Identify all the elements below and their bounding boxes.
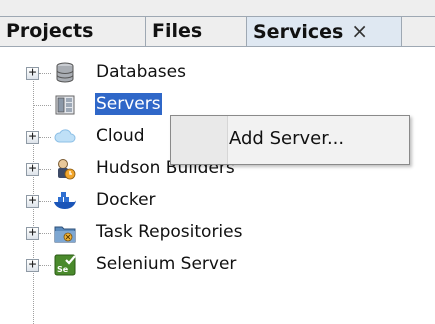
tree-node-label: Task Repositories: [96, 222, 243, 242]
tree-connector: [39, 137, 51, 138]
expand-icon[interactable]: +: [26, 258, 39, 272]
docker-icon: [54, 192, 76, 209]
selenium-icon: Se: [54, 254, 76, 276]
context-menu: Add Server...: [170, 115, 410, 165]
cloud-icon: [54, 129, 76, 143]
tree-node-label: Docker: [96, 190, 156, 210]
tab-services-label: Services: [253, 21, 344, 43]
tab-bar-filler: [401, 16, 435, 47]
hudson-builders-icon: [58, 159, 76, 180]
expand-icon[interactable]: +: [26, 130, 39, 144]
tree-node-docker[interactable]: + Docker: [0, 185, 435, 215]
tree-node-task-repositories[interactable]: + Task Repositories: [0, 217, 435, 247]
tree-connector: [39, 265, 51, 266]
expand-icon[interactable]: +: [26, 66, 39, 80]
tab-projects-label: Projects: [6, 20, 94, 42]
tree-node-label: Selenium Server: [96, 254, 237, 274]
menu-item-add-server[interactable]: Add Server...: [229, 128, 344, 149]
server-icon: [55, 95, 75, 115]
tree-node-label: Databases: [96, 62, 186, 82]
tree-connector: [39, 201, 51, 202]
tree-node-label: Servers: [95, 93, 162, 115]
tree-node-label: Cloud: [96, 126, 145, 146]
tab-services[interactable]: Services ×: [246, 16, 402, 47]
tab-projects[interactable]: Projects: [0, 16, 146, 47]
task-repository-icon: [54, 226, 76, 243]
tree-connector: [33, 105, 51, 106]
close-icon[interactable]: ×: [351, 17, 368, 46]
tab-files[interactable]: Files: [145, 16, 247, 47]
services-tree: + Databases Servers + Cloud + Hudson Bui…: [0, 47, 435, 324]
tree-node-selenium-server[interactable]: + Se Selenium Server: [0, 249, 435, 279]
menu-icon-gutter: [171, 116, 228, 164]
tree-connector: [39, 233, 51, 234]
tree-connector: [39, 73, 51, 74]
expand-icon[interactable]: +: [26, 162, 39, 176]
tab-files-label: Files: [152, 20, 203, 42]
database-icon: [56, 62, 74, 83]
tree-connector: [39, 169, 51, 170]
services-window: Projects Files Services × + Databases Se…: [0, 0, 435, 324]
expand-icon[interactable]: +: [26, 194, 39, 208]
svg-text:Se: Se: [57, 265, 69, 274]
expand-icon[interactable]: +: [26, 226, 39, 240]
tree-node-databases[interactable]: + Databases: [0, 57, 435, 87]
